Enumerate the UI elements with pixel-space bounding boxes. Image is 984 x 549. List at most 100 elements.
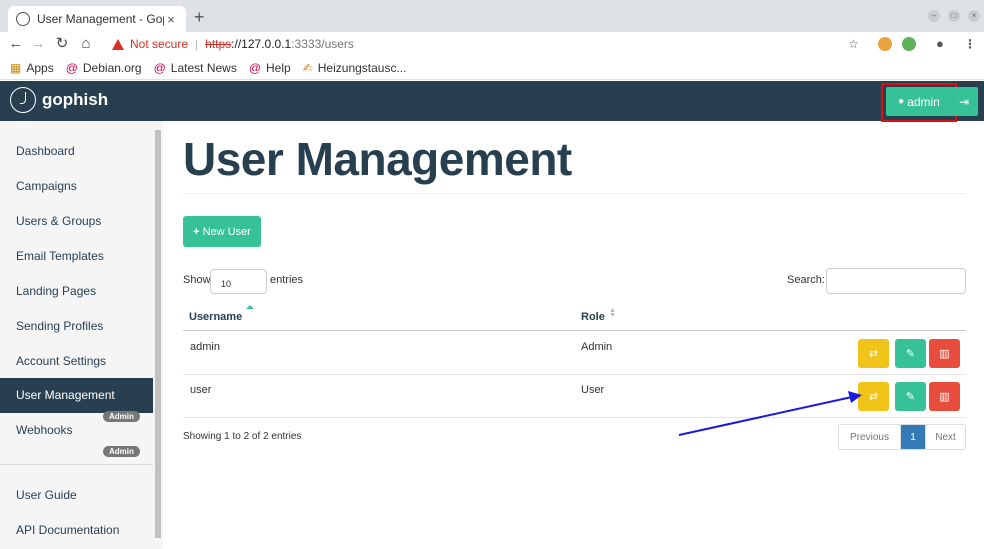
column-header-username[interactable]: Username bbox=[189, 311, 242, 323]
gophish-favicon-icon bbox=[16, 12, 30, 26]
bookmark-label: Heizungstausc... bbox=[317, 60, 407, 75]
extension-icon[interactable] bbox=[878, 37, 892, 51]
home-icon[interactable]: ⌂ bbox=[76, 34, 96, 54]
debian-icon: @ bbox=[65, 60, 78, 75]
sidebar-item-user-guide[interactable]: User Guide bbox=[0, 478, 153, 513]
sidebar-scroll-thumb[interactable] bbox=[155, 130, 161, 538]
column-header-role[interactable]: Role bbox=[581, 311, 605, 323]
sort-asc-icon[interactable] bbox=[246, 305, 254, 309]
title-divider bbox=[183, 193, 966, 194]
role-cell: User bbox=[581, 384, 605, 396]
forward-icon[interactable]: → bbox=[28, 34, 48, 54]
warning-icon bbox=[112, 38, 124, 50]
edit-button[interactable]: ✎ bbox=[895, 339, 926, 368]
search-label: Search: bbox=[787, 274, 825, 286]
link-icon: ✍ bbox=[302, 60, 313, 75]
table-info: Showing 1 to 2 of 2 entries bbox=[183, 431, 302, 442]
row-divider bbox=[183, 374, 966, 375]
url-path: :3333/users bbox=[291, 37, 354, 51]
refresh-icon: ⇄ bbox=[868, 348, 879, 360]
sidebar-item-users-groups[interactable]: Users & Groups bbox=[0, 204, 153, 239]
delete-button[interactable]: ▥ bbox=[929, 382, 960, 411]
not-secure-label: Not secure bbox=[130, 37, 189, 51]
pagination-page[interactable]: 1 bbox=[901, 425, 925, 449]
gophish-logo-icon bbox=[10, 87, 36, 113]
close-window-icon[interactable]: × bbox=[968, 10, 980, 22]
admin-badge: Admin bbox=[103, 446, 140, 457]
apps-icon: ▦ bbox=[10, 60, 22, 75]
reload-icon[interactable]: ↻ bbox=[52, 34, 72, 54]
sidebar-item-campaigns[interactable]: Campaigns bbox=[0, 169, 153, 204]
sidebar-item-account-settings[interactable]: Account Settings bbox=[0, 344, 153, 379]
username-cell: user bbox=[190, 384, 212, 396]
maximize-icon[interactable]: □ bbox=[948, 10, 960, 22]
search-input[interactable] bbox=[826, 268, 966, 294]
pencil-icon: ✎ bbox=[905, 348, 916, 360]
pagination-previous[interactable]: Previous bbox=[839, 425, 901, 449]
address-bar[interactable]: Not secure | https ://127.0.0.1 :3333/us… bbox=[106, 33, 874, 55]
table-header-line bbox=[183, 330, 966, 331]
plus-icon: + bbox=[193, 225, 200, 238]
brand-name: gophish bbox=[42, 90, 109, 109]
role-cell: Admin bbox=[581, 341, 613, 353]
entries-label: entries bbox=[270, 274, 304, 286]
extension-icon[interactable] bbox=[902, 37, 916, 51]
new-user-label: New User bbox=[202, 225, 251, 238]
logout-button[interactable]: ⇥ bbox=[950, 87, 978, 116]
tab-title: User Management - Goph bbox=[37, 12, 164, 26]
reset-password-button[interactable]: ⇄ bbox=[858, 382, 889, 411]
brand[interactable]: gophish bbox=[10, 87, 108, 113]
tab-strip: User Management - Goph × + – □ × bbox=[0, 0, 984, 32]
row-divider bbox=[183, 417, 966, 418]
trash-icon: ▥ bbox=[939, 348, 950, 360]
sidebar-item-email-templates[interactable]: Email Templates bbox=[0, 239, 153, 274]
pencil-icon: ✎ bbox=[905, 391, 916, 403]
sidebar-item-user-management[interactable]: User Management bbox=[0, 378, 153, 413]
sidebar-item-sending-profiles[interactable]: Sending Profiles bbox=[0, 309, 153, 344]
profile-icon[interactable]: ● bbox=[936, 35, 944, 53]
page-title: User Management bbox=[183, 133, 572, 185]
bookmarks-bar: ▦ Apps @ Debian.org @ Latest News @ Help… bbox=[0, 56, 984, 80]
delete-button[interactable]: ▥ bbox=[929, 339, 960, 368]
bookmark-debian[interactable]: @ Debian.org bbox=[66, 61, 142, 75]
bookmark-apps[interactable]: ▦ Apps bbox=[10, 61, 54, 75]
sign-out-icon: ⇥ bbox=[958, 94, 970, 109]
new-tab-icon[interactable]: + bbox=[194, 7, 205, 27]
sidebar-item-dashboard[interactable]: Dashboard bbox=[0, 134, 153, 169]
url-host: ://127.0.0.1 bbox=[231, 37, 292, 51]
username-cell: admin bbox=[190, 341, 220, 353]
bookmark-label: Latest News bbox=[170, 60, 237, 75]
browser-window: User Management - Goph × + – □ × ← → ↻ ⌂… bbox=[0, 0, 984, 549]
show-label: Show bbox=[183, 274, 211, 286]
debian-icon: @ bbox=[153, 60, 166, 75]
sidebar-item-webhooks[interactable]: Webhooks bbox=[0, 413, 153, 448]
bookmark-star-icon[interactable]: ☆ bbox=[848, 35, 859, 53]
back-icon[interactable]: ← bbox=[6, 34, 26, 54]
new-user-button[interactable]: + New User bbox=[183, 216, 261, 247]
bookmark-label: Help bbox=[266, 60, 291, 75]
debian-icon: @ bbox=[248, 60, 262, 75]
sort-icon[interactable]: ▲ ▼ bbox=[609, 307, 616, 319]
bookmark-help[interactable]: @ Help bbox=[249, 61, 291, 75]
pagination-next[interactable]: Next bbox=[925, 425, 965, 449]
url-scheme: https bbox=[205, 37, 232, 51]
refresh-icon: ⇄ bbox=[868, 391, 879, 403]
tab-close-icon[interactable]: × bbox=[164, 12, 178, 27]
reset-password-button[interactable]: ⇄ bbox=[858, 339, 889, 368]
browser-tab[interactable]: User Management - Goph × bbox=[8, 6, 186, 32]
trash-icon: ▥ bbox=[939, 391, 950, 403]
minimize-icon[interactable]: – bbox=[928, 10, 940, 22]
edit-button[interactable]: ✎ bbox=[895, 382, 926, 411]
app-navbar: gophish bbox=[0, 81, 984, 121]
menu-icon[interactable]: ⋮ bbox=[964, 35, 976, 53]
sidebar-item-api-documentation[interactable]: API Documentation bbox=[0, 513, 153, 548]
bookmark-label: Debian.org bbox=[82, 60, 142, 75]
bookmark-label: Apps bbox=[26, 60, 54, 75]
bookmark-heizung[interactable]: ✍ Heizungstausc... bbox=[303, 61, 407, 75]
omnibox-separator: | bbox=[195, 37, 199, 51]
bookmark-latest-news[interactable]: @ Latest News bbox=[154, 61, 237, 75]
sidebar-item-landing-pages[interactable]: Landing Pages bbox=[0, 274, 153, 309]
page-length-select[interactable]: 10 bbox=[210, 269, 267, 294]
sidebar-divider bbox=[0, 464, 153, 465]
pagination: Previous 1 Next bbox=[838, 424, 966, 450]
